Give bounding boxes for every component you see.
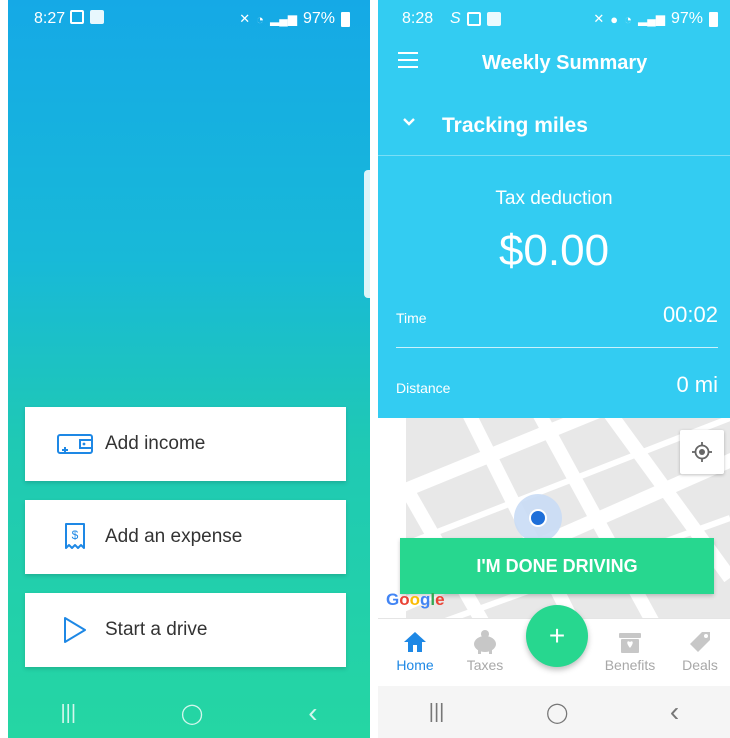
back-button[interactable]: ‹ — [670, 696, 679, 728]
edge-panel-handle[interactable] — [364, 170, 370, 298]
distance-label: Distance — [396, 380, 451, 396]
menu-icon[interactable] — [398, 52, 418, 68]
system-nav-bar: ||| ◯ ‹ — [8, 688, 370, 738]
mute-icon: ✕ — [593, 11, 605, 26]
signal-icon: ▂▄▆ — [638, 12, 665, 26]
piggy-bank-icon — [450, 627, 520, 657]
battery-percent: 97% — [302, 10, 335, 27]
wallet-icon — [55, 432, 95, 456]
google-logo: Google — [386, 590, 445, 609]
location-icon: ● — [610, 11, 619, 27]
tab-benefits-label: Benefits — [604, 657, 656, 673]
home-icon — [380, 627, 450, 657]
summary-divider — [396, 347, 718, 348]
add-expense-label: Add an expense — [105, 526, 243, 547]
time-row: Time 00:02 — [396, 302, 718, 332]
status-bar: 8:28 S ✕ ● ◔ ▂▄▆ 97% — [378, 0, 730, 40]
mute-icon: ✕ — [239, 11, 251, 26]
add-expense-button[interactable]: $ Add an expense — [25, 500, 346, 574]
tracking-label: Tracking miles — [442, 114, 588, 137]
tab-taxes[interactable]: Taxes — [450, 627, 520, 673]
add-fab-button[interactable]: + — [526, 605, 588, 667]
chevron-down-icon — [402, 114, 416, 130]
add-income-label: Add income — [105, 433, 206, 454]
back-button[interactable]: ‹ — [308, 697, 317, 729]
distance-row: Distance 0 mi — [396, 372, 718, 402]
tab-home[interactable]: Home — [380, 627, 450, 673]
status-bar: 8:27 ✕ ◔ ▂▄▆ 97% — [8, 0, 370, 40]
tab-deals-label: Deals — [682, 657, 718, 673]
tracking-toggle[interactable]: Tracking miles — [378, 104, 730, 156]
status-time: 8:28 — [402, 10, 434, 27]
svg-text:$: $ — [72, 528, 79, 542]
gallery-icon — [466, 12, 481, 26]
time-label: Time — [396, 310, 427, 326]
wifi-icon: ◔ — [624, 11, 632, 27]
tax-deduction-label: Tax deduction — [495, 188, 613, 209]
done-driving-button[interactable]: I'M DONE DRIVING — [400, 538, 714, 594]
home-nav-button[interactable]: ◯ — [546, 700, 568, 725]
tab-deals[interactable]: Deals — [665, 627, 730, 673]
wifi-icon: ◔ — [256, 11, 264, 27]
app-notification-icon — [90, 10, 104, 24]
crosshair-icon — [692, 442, 712, 462]
gallery-icon — [70, 10, 84, 24]
recents-button[interactable]: ||| — [60, 702, 76, 725]
battery-icon — [341, 11, 350, 27]
receipt-dollar-icon: $ — [55, 522, 95, 552]
time-value: 00:02 — [662, 302, 718, 327]
recents-button[interactable]: ||| — [429, 701, 445, 724]
status-time: 8:27 — [34, 10, 66, 27]
right-screen: 8:28 S ✕ ● ◔ ▂▄▆ 97% Weekly Summary Trac… — [378, 0, 730, 738]
play-triangle-icon — [55, 616, 95, 644]
distance-value: 0 mi — [676, 372, 718, 397]
left-screen: 8:27 ✕ ◔ ▂▄▆ 97% Add income $ Add an exp… — [8, 0, 370, 738]
battery-percent: 97% — [670, 10, 703, 27]
app-notification-icon — [486, 12, 501, 26]
start-drive-button[interactable]: Start a drive — [25, 593, 346, 667]
page-title: Weekly Summary — [482, 52, 648, 74]
tag-icon — [665, 627, 730, 657]
add-income-button[interactable]: Add income — [25, 407, 346, 481]
tax-deduction-value: $0.00 — [498, 226, 610, 275]
tab-benefits[interactable]: Benefits — [595, 627, 665, 673]
tab-home-label: Home — [396, 657, 434, 673]
battery-icon — [709, 11, 718, 27]
tab-taxes-label: Taxes — [466, 657, 504, 673]
signal-icon: ▂▄▆ — [270, 12, 297, 26]
home-nav-button[interactable]: ◯ — [181, 701, 203, 726]
start-drive-label: Start a drive — [105, 619, 208, 640]
system-nav-bar: ||| ◯ ‹ — [378, 686, 730, 738]
my-location-button[interactable] — [680, 430, 724, 474]
s-app-icon: S — [450, 10, 461, 27]
gift-box-icon — [595, 627, 665, 657]
